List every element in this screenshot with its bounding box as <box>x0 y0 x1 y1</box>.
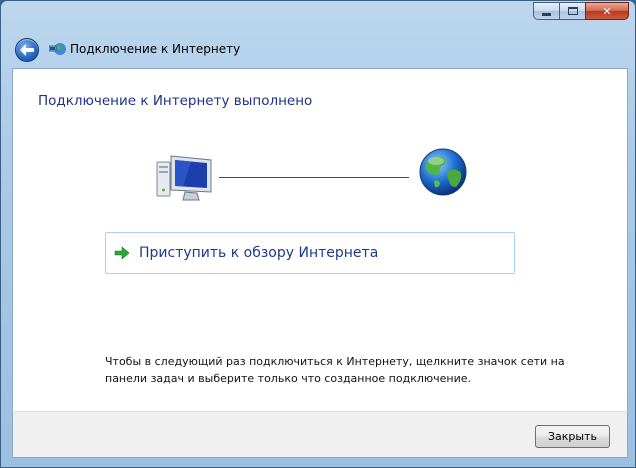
footer-note: Чтобы в следующий раз подключиться к Инт… <box>105 355 565 385</box>
close-button[interactable]: Закрыть <box>535 425 610 448</box>
network-wizard-icon <box>49 43 66 55</box>
back-button[interactable] <box>15 38 39 62</box>
wizard-window: ✕ Подключение к Интернету Подключение к … <box>0 0 636 468</box>
browse-internet-link[interactable]: Приступить к обзору Интернета <box>105 232 515 274</box>
maximize-button[interactable] <box>559 2 585 20</box>
command-area: Закрыть <box>12 411 628 458</box>
minimize-icon <box>542 12 551 16</box>
title-bar[interactable]: ✕ Подключение к Интернету <box>1 1 635 67</box>
page-heading: Подключение к Интернету выполнено <box>38 93 313 109</box>
back-arrow-icon <box>20 44 34 56</box>
browse-internet-label: Приступить к обзору Интернета <box>139 245 379 261</box>
computer-icon <box>156 155 212 201</box>
maximize-icon <box>567 7 578 15</box>
close-icon: ✕ <box>602 4 612 18</box>
wizard-content: Подключение к Интернету выполнено Присту… <box>12 68 628 411</box>
window-title: Подключение к Интернету <box>70 42 241 56</box>
connection-line <box>219 177 409 178</box>
close-window-button[interactable]: ✕ <box>585 2 629 20</box>
globe-icon <box>419 148 467 196</box>
green-arrow-icon <box>114 246 130 260</box>
caption-buttons: ✕ <box>533 2 629 20</box>
minimize-button[interactable] <box>533 2 559 20</box>
